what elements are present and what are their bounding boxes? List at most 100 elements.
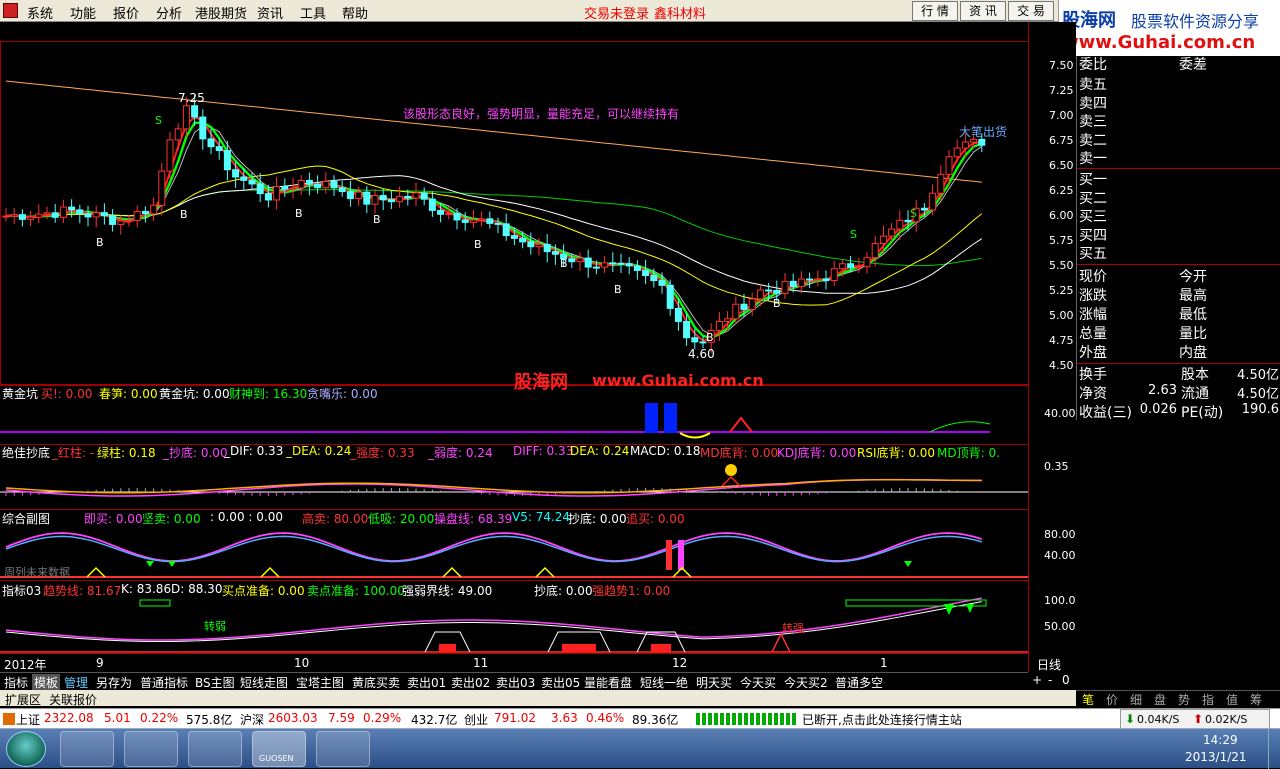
menu-quote[interactable]: 报价 bbox=[113, 3, 139, 22]
candle-body bbox=[469, 219, 477, 223]
candle-body bbox=[888, 228, 896, 237]
indicator-tab[interactable]: 宝塔主图 bbox=[294, 674, 346, 690]
price-tick-label: 4.75 bbox=[1049, 334, 1074, 347]
quote-tab[interactable]: 筹 bbox=[1250, 691, 1262, 708]
sh-label[interactable]: 上证 bbox=[16, 711, 40, 728]
fin-label: 股本 bbox=[1181, 367, 1209, 383]
ind3-bar bbox=[678, 540, 684, 570]
date-label: 10 bbox=[294, 656, 310, 670]
candle-body bbox=[683, 320, 691, 339]
indicator2-header[interactable]: 绝佳抄底 _红柱: - 绿柱: 0.18 _抄底: 0.00 _DIF: 0.33 _DE… bbox=[0, 444, 1028, 460]
indicator-value: MD底背: 0.00 bbox=[700, 446, 779, 460]
indicator-tab[interactable]: 量能看盘 bbox=[582, 674, 634, 690]
cy-index: 791.02 bbox=[494, 711, 536, 725]
candle-body bbox=[355, 191, 363, 200]
trade-login-status[interactable]: 交易未登录 bbox=[584, 3, 649, 22]
indicator-tab[interactable]: 黄底买卖 bbox=[350, 674, 402, 690]
menu-info[interactable]: 资讯 bbox=[257, 3, 283, 22]
market-button[interactable]: 行 情 bbox=[912, 1, 958, 21]
tab-scroll-minus[interactable]: - bbox=[1048, 673, 1052, 687]
quote-tab[interactable]: 价 bbox=[1106, 691, 1118, 708]
tray-icons[interactable] bbox=[1030, 739, 1180, 759]
menu-hk-futures[interactable]: 港股期货 bbox=[195, 3, 247, 22]
candle-body bbox=[830, 268, 838, 281]
sh-change: 5.01 bbox=[104, 711, 131, 725]
indicator-tab[interactable]: 短线一绝 bbox=[638, 674, 690, 690]
trade-button[interactable]: 交 易 bbox=[1008, 1, 1054, 21]
indicator-tab[interactable]: 卖出01 bbox=[405, 674, 448, 690]
quote-tab[interactable]: 值 bbox=[1226, 691, 1238, 708]
show-desktop-button[interactable] bbox=[1268, 729, 1280, 769]
chart-app-icon[interactable] bbox=[316, 731, 370, 767]
browser-icon[interactable] bbox=[60, 731, 114, 767]
clock-date[interactable]: 2013/1/21 bbox=[1185, 750, 1247, 764]
indicator-tab[interactable]: 管理 bbox=[62, 674, 90, 690]
indicator-value: 黄金坑: 0.00 bbox=[159, 387, 230, 401]
indicator-tab[interactable]: 卖出03 bbox=[494, 674, 537, 690]
candle-body bbox=[478, 218, 486, 221]
sz-percent: 0.29% bbox=[363, 711, 402, 725]
quote-tab[interactable]: 笔 bbox=[1082, 691, 1094, 708]
candle-body bbox=[502, 223, 510, 237]
indicator1-header[interactable]: 黄金坑 买!: 0.00 春笋: 0.00 黄金坑: 0.00 财神到: 16.30 贪嘴… bbox=[0, 385, 1028, 401]
tab-extension[interactable]: 扩展区 bbox=[3, 691, 43, 707]
news-button[interactable]: 资 讯 bbox=[960, 1, 1006, 21]
indicator-tab[interactable]: 普通指标 bbox=[138, 674, 190, 690]
quote-field-label: 量比 bbox=[1179, 326, 1207, 342]
order-diff-label: 委差 bbox=[1179, 57, 1207, 73]
indicator-tab[interactable]: 今天买 bbox=[738, 674, 778, 690]
candle-body bbox=[576, 257, 584, 263]
candle-body bbox=[10, 214, 18, 217]
sz-index: 2603.03 bbox=[268, 711, 318, 725]
indicator-tab[interactable]: 普通多空 bbox=[833, 674, 885, 690]
sz-label[interactable]: 沪深 bbox=[240, 711, 264, 728]
quote-field-label: 今开 bbox=[1179, 269, 1207, 285]
indicator3-header[interactable]: 综合副图 即买: 0.00 坚卖: 0.00: 0.00 : 0.00 高卖: 80.… bbox=[0, 510, 1028, 526]
tab-related-quote[interactable]: 关联报价 bbox=[47, 691, 99, 707]
tab-scroll-zero[interactable]: 0 bbox=[1062, 673, 1070, 687]
candle-body bbox=[240, 176, 248, 181]
tab-scroll-add[interactable]: + bbox=[1032, 673, 1042, 687]
indicator-tab[interactable]: 明天买 bbox=[694, 674, 734, 690]
menu-system[interactable]: 系统 bbox=[27, 3, 53, 22]
candle-body bbox=[871, 243, 879, 259]
start-button[interactable] bbox=[6, 731, 46, 767]
candle-body bbox=[150, 204, 158, 215]
clock-time[interactable]: 14:29 bbox=[1203, 733, 1238, 747]
menu-help[interactable]: 帮助 bbox=[342, 3, 368, 22]
indicator-tab[interactable]: 短线走图 bbox=[238, 674, 290, 690]
period-label[interactable]: 日线 bbox=[1037, 656, 1061, 673]
quote-tab[interactable]: 盘 bbox=[1154, 691, 1166, 708]
quote-tab[interactable]: 指 bbox=[1202, 691, 1214, 708]
indicator4-header[interactable]: 指标03 趋势线: 81.67 K: 83.86 D: 88.30 买点准备: 0.00… bbox=[0, 582, 1028, 598]
quote-field-label: 最低 bbox=[1179, 307, 1207, 323]
explorer-icon[interactable] bbox=[124, 731, 178, 767]
tab-scroll-buttons[interactable]: + - 0 bbox=[1028, 672, 1076, 690]
indicator-tab[interactable]: BS主图 bbox=[193, 674, 237, 690]
indicator-tab[interactable]: 指标 bbox=[2, 674, 30, 690]
indicator-tab[interactable]: 另存为 bbox=[94, 674, 134, 690]
guosen-app-icon[interactable]: GUOSEN bbox=[252, 731, 306, 767]
menu-function[interactable]: 功能 bbox=[70, 3, 96, 22]
indicator-tab[interactable]: 模板 bbox=[32, 674, 61, 690]
quote-field-label: 内盘 bbox=[1179, 345, 1207, 361]
ie-icon[interactable] bbox=[188, 731, 242, 767]
quote-tab[interactable]: 细 bbox=[1130, 691, 1142, 708]
quote-tab[interactable]: 势 bbox=[1178, 691, 1190, 708]
cy-amount: 89.36亿 bbox=[632, 713, 679, 727]
app-icon[interactable] bbox=[3, 3, 18, 18]
menu-analysis[interactable]: 分析 bbox=[156, 3, 182, 22]
indicator-tab[interactable]: 卖出02 bbox=[449, 674, 492, 690]
candle-body bbox=[633, 265, 641, 271]
indicator-tab[interactable]: 今天买2 bbox=[782, 674, 830, 690]
cy-label[interactable]: 创业 bbox=[464, 711, 488, 728]
date-label: 9 bbox=[96, 656, 104, 670]
indicator-tab[interactable]: 卖出05 bbox=[539, 674, 582, 690]
candle-body bbox=[617, 262, 625, 265]
watermark-logo: 股海网 股票软件资源分享 www.Guhai.com.cn bbox=[1058, 0, 1280, 56]
menu-tools[interactable]: 工具 bbox=[300, 3, 326, 22]
candle-body bbox=[207, 138, 215, 148]
buy-level-4: 买四 bbox=[1079, 227, 1107, 244]
indicator-value: 高卖: 80.00 bbox=[302, 512, 369, 526]
connection-message[interactable]: 已断开,点击此处连接行情主站 bbox=[802, 711, 962, 728]
